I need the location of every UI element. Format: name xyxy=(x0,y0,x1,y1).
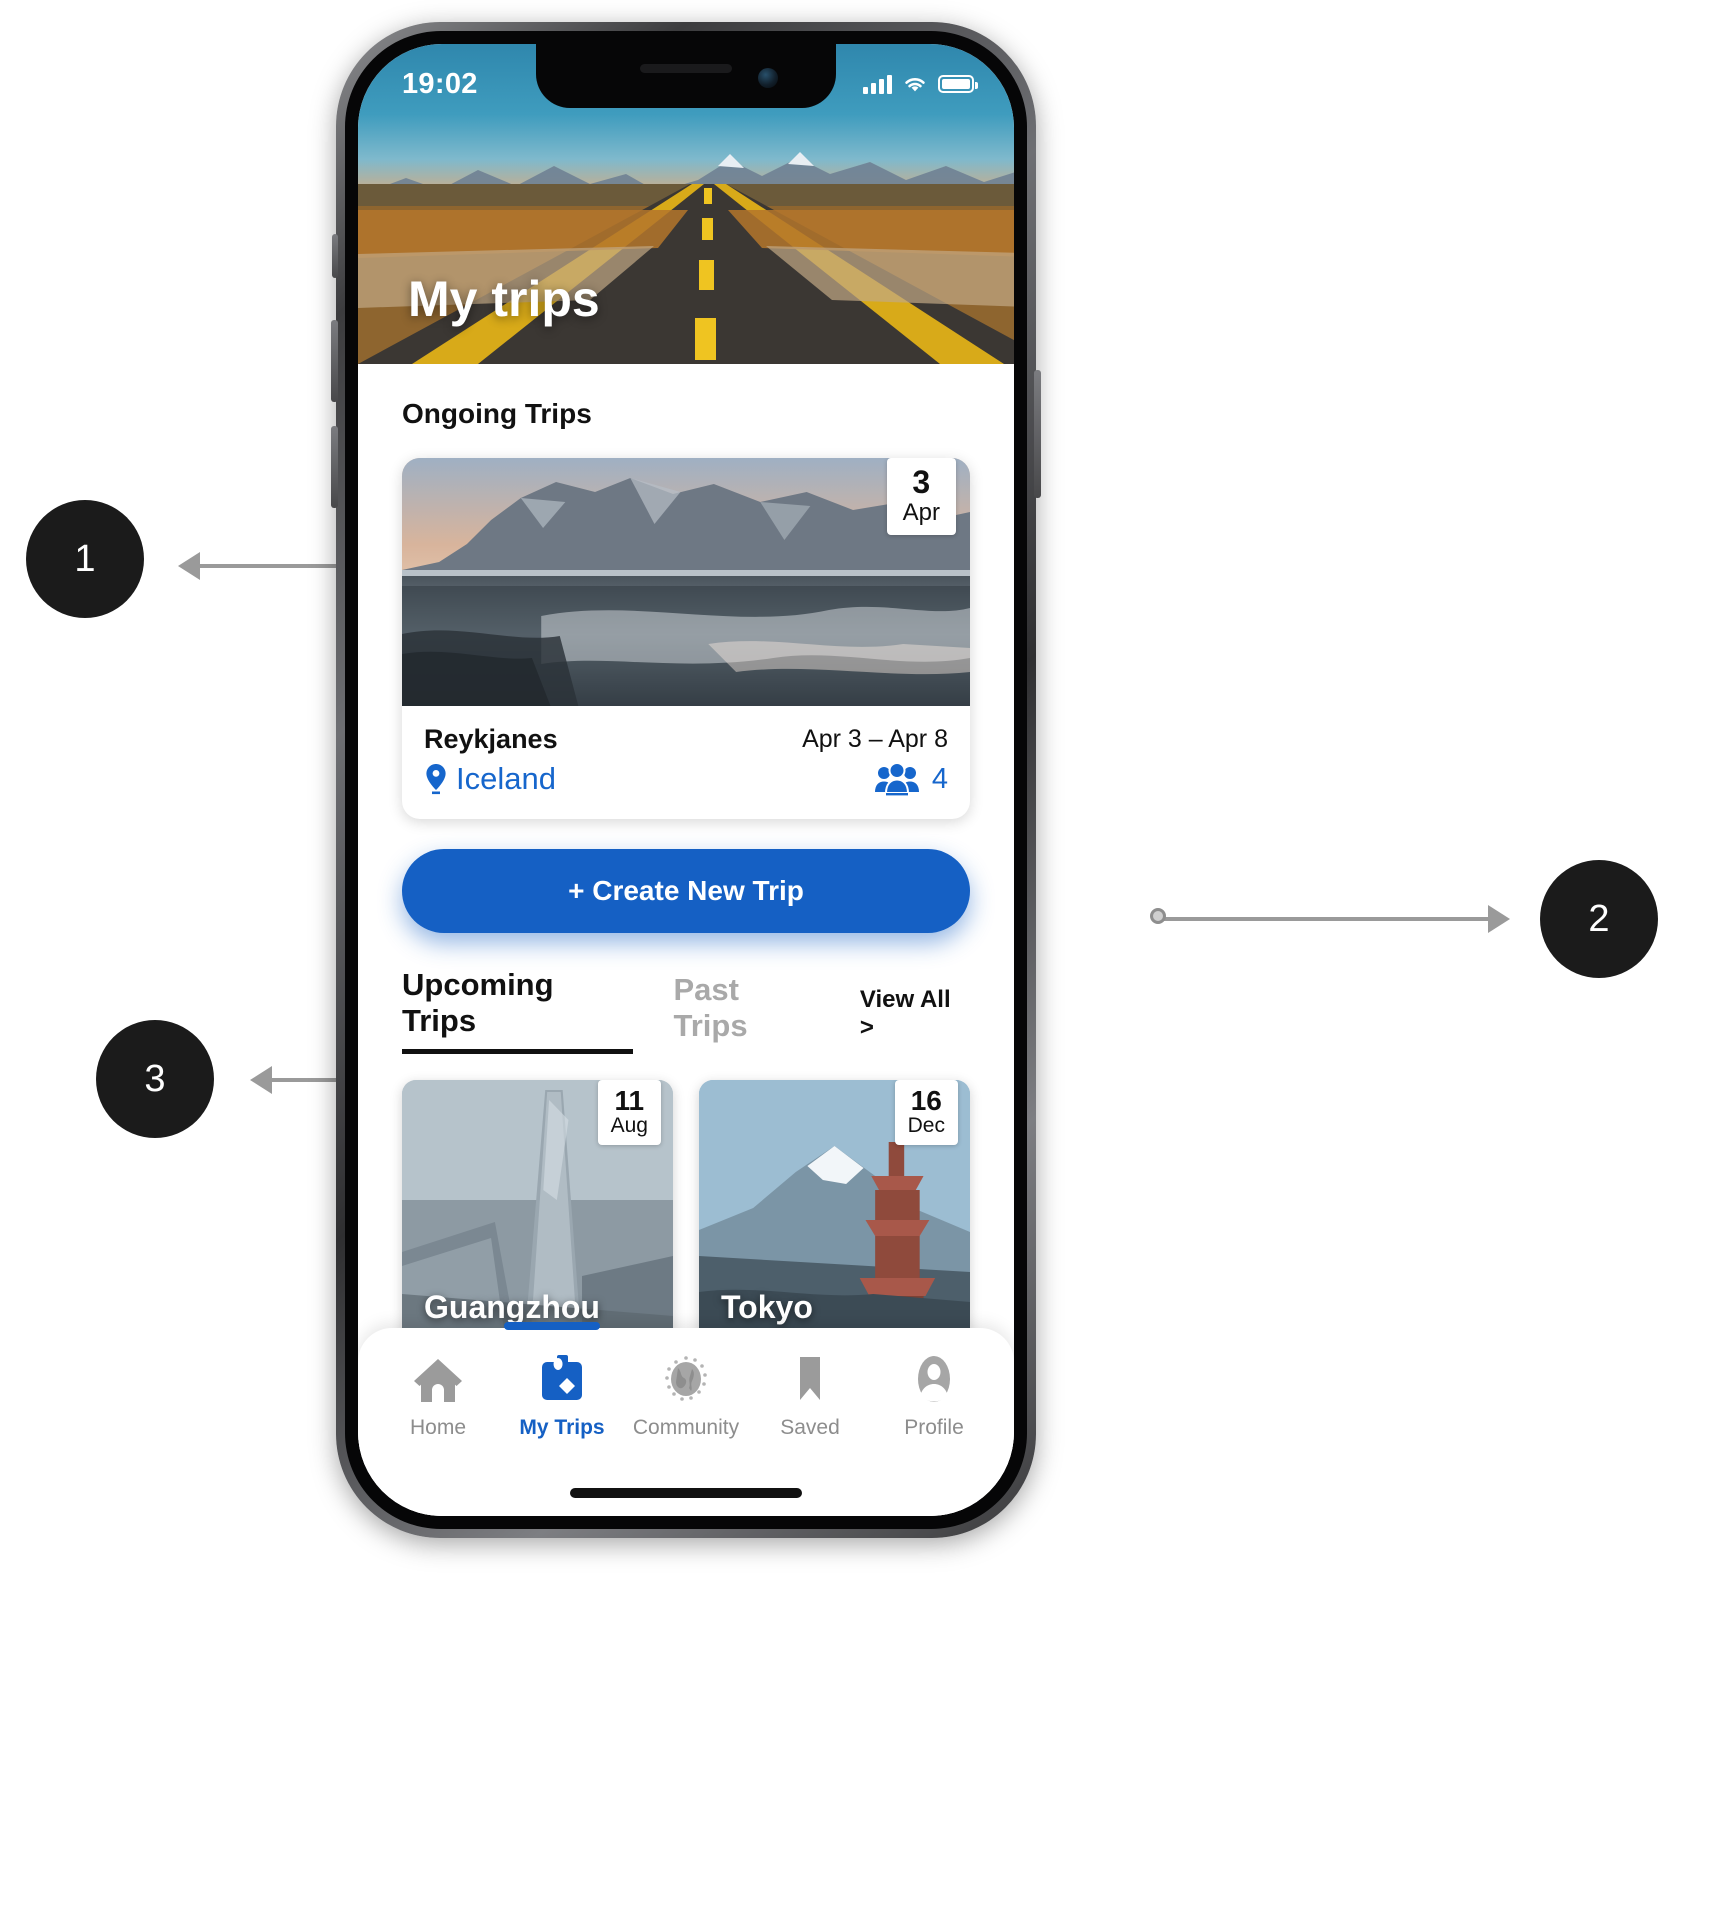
map-pin-icon xyxy=(426,764,446,795)
callout-badge-2: 2 xyxy=(1540,860,1658,978)
status-clock: 19:02 xyxy=(402,67,478,100)
cellular-signal-icon xyxy=(863,74,892,94)
badge-month: Aug xyxy=(610,1114,648,1138)
nav-item-home[interactable]: Home xyxy=(380,1354,496,1440)
trip-name-row: Reykjanes Apr 3 – Apr 8 xyxy=(424,724,948,755)
person-avatar-icon xyxy=(918,1356,950,1402)
badge-month: Apr xyxy=(902,498,940,526)
silent-switch[interactable] xyxy=(332,234,338,278)
nav-label: Profile xyxy=(904,1416,964,1439)
nav-label: My Trips xyxy=(519,1416,605,1439)
upcoming-trip-date-badge: 16 Dec xyxy=(894,1080,958,1146)
bookmark-icon xyxy=(800,1357,820,1400)
active-tab-indicator xyxy=(503,1322,600,1330)
status-indicators xyxy=(863,74,978,94)
upcoming-trip-card-guangzhou[interactable]: 11 Aug Guangzhou xyxy=(402,1080,673,1348)
callout-badge-1: 1 xyxy=(26,500,144,618)
view-all-link[interactable]: View All > xyxy=(860,986,970,1054)
nav-item-community[interactable]: Community xyxy=(628,1354,744,1440)
callout-arrowhead-1 xyxy=(178,552,200,580)
upcoming-trip-name: Guangzhou xyxy=(424,1289,600,1325)
nav-label: Saved xyxy=(780,1416,840,1439)
screenshot-stage: 1 2 3 19:02 My trips Ongoing Trips 3 Apr… xyxy=(0,0,1733,1920)
upcoming-trips-list: 11 Aug Guangzhou 16 Dec Tokyo xyxy=(402,1080,970,1348)
trip-people[interactable]: 4 xyxy=(874,762,948,796)
upcoming-trips-tabs: Upcoming Trips Past Trips View All > xyxy=(402,967,970,1054)
callout-badge-3: 3 xyxy=(96,1020,214,1138)
trip-country[interactable]: Iceland xyxy=(424,761,556,797)
badge-day: 3 xyxy=(912,464,931,500)
trip-meta-row: Iceland 4 xyxy=(424,755,948,797)
page-title: My trips xyxy=(408,271,600,327)
callout-line-2 xyxy=(1158,917,1488,921)
phone-frame: 19:02 My trips Ongoing Trips 3 Apr Reykj… xyxy=(331,22,1041,1538)
volume-up-button[interactable] xyxy=(331,320,338,402)
battery-icon xyxy=(938,75,978,93)
trip-country-label: Iceland xyxy=(456,761,556,796)
volume-down-button[interactable] xyxy=(331,426,338,508)
nav-item-profile[interactable]: Profile xyxy=(876,1354,992,1440)
wifi-icon xyxy=(905,78,925,92)
upcoming-trip-card-tokyo[interactable]: 16 Dec Tokyo xyxy=(699,1080,970,1348)
phone-screen: 19:02 My trips Ongoing Trips 3 Apr Reykj… xyxy=(358,44,1014,1516)
group-people-icon xyxy=(874,762,919,796)
callout-number: 3 xyxy=(144,1057,166,1100)
ongoing-trip-image: 3 Apr xyxy=(402,458,970,706)
nav-label: Home xyxy=(409,1416,467,1439)
callout-arrowhead-2 xyxy=(1488,905,1510,933)
phone-bezel: 19:02 My trips Ongoing Trips 3 Apr Reykj… xyxy=(345,31,1027,1529)
ongoing-trip-card[interactable]: 3 Apr Reykjanes Apr 3 – Apr 8 Iceland 4 xyxy=(402,458,970,819)
suitcase-icon xyxy=(542,1355,582,1400)
upcoming-trip-name: Tokyo xyxy=(721,1289,813,1325)
globe-icon xyxy=(665,1356,707,1401)
callout-anchor-2 xyxy=(1150,908,1166,924)
nav-item-my-trips[interactable]: My Trips xyxy=(504,1354,620,1440)
badge-month: Dec xyxy=(907,1114,945,1138)
ongoing-trips-heading: Ongoing Trips xyxy=(402,398,592,429)
home-indicator[interactable] xyxy=(570,1488,802,1498)
status-bar: 19:02 xyxy=(358,44,1014,112)
trip-name: Reykjanes xyxy=(424,724,558,754)
upcoming-trip-date-badge: 11 Aug xyxy=(597,1080,661,1146)
ongoing-trip-info: Reykjanes Apr 3 – Apr 8 Iceland 4 xyxy=(402,706,970,819)
callout-number: 2 xyxy=(1588,897,1610,940)
tab-past-trips[interactable]: Past Trips xyxy=(673,972,819,1054)
power-button[interactable] xyxy=(1034,370,1041,498)
create-new-trip-button[interactable]: + Create New Trip xyxy=(402,849,970,933)
home-icon xyxy=(414,1359,462,1402)
people-count: 4 xyxy=(931,762,948,795)
trip-dates: Apr 3 – Apr 8 xyxy=(802,725,948,753)
create-trip-wrapper: + Create New Trip xyxy=(402,849,970,933)
badge-day: 16 xyxy=(910,1085,942,1116)
trip-date-badge: 3 Apr xyxy=(886,458,956,535)
nav-item-saved[interactable]: Saved xyxy=(752,1354,868,1440)
callout-arrowhead-3 xyxy=(250,1066,272,1094)
nav-label: Community xyxy=(632,1416,740,1439)
tab-upcoming-trips[interactable]: Upcoming Trips xyxy=(402,967,634,1054)
badge-day: 11 xyxy=(614,1085,645,1116)
callout-number: 1 xyxy=(74,537,96,580)
